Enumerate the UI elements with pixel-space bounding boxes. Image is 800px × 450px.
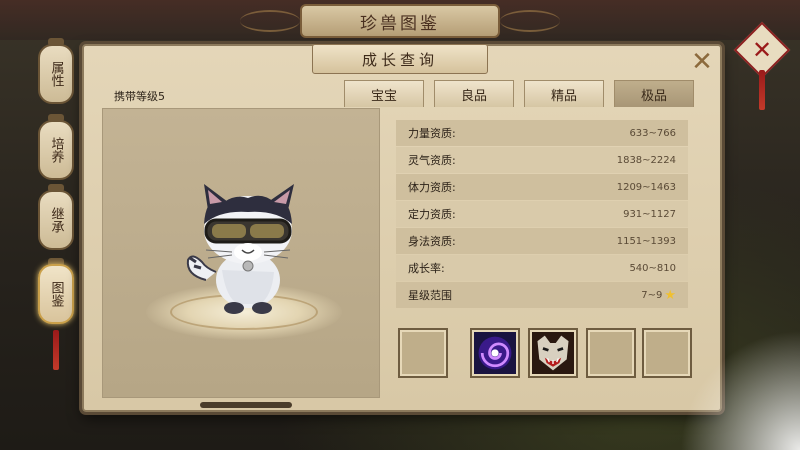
- stat-row-star-range: 星级范围 7~9 ★: [396, 282, 688, 308]
- fierce-beast-skill-icon: [532, 332, 574, 374]
- stat-value: 931~1127: [623, 208, 676, 220]
- skill-slot-beast[interactable]: [528, 328, 578, 378]
- tab-fine[interactable]: 精品: [524, 80, 604, 107]
- panel-title: 成长查询: [312, 44, 488, 74]
- stat-value: 7~9: [641, 289, 663, 301]
- stats-table: 力量资质: 633~766 灵气资质: 1838~2224 体力资质: 1209…: [396, 120, 688, 310]
- title-ornament-left: [240, 10, 300, 32]
- tab-supreme[interactable]: 极品: [614, 80, 694, 107]
- tab-good[interactable]: 良品: [434, 80, 514, 107]
- side-tab-attributes[interactable]: 属性: [38, 44, 74, 104]
- tab-baby[interactable]: 宝宝: [344, 80, 424, 107]
- stat-label: 星级范围: [408, 289, 452, 302]
- stat-label: 定力资质:: [408, 208, 456, 221]
- skill-slot-empty[interactable]: [398, 328, 448, 378]
- stat-row-stamina: 体力资质: 1209~1463: [396, 174, 688, 200]
- skill-slot-empty[interactable]: [586, 328, 636, 378]
- close-icon[interactable]: ✕: [742, 30, 782, 70]
- stat-label: 力量资质:: [408, 127, 456, 140]
- stat-value: 633~766: [629, 127, 676, 139]
- stat-row-agility: 身法资质: 1151~1393: [396, 228, 688, 254]
- skill-slot-vortex[interactable]: [470, 328, 520, 378]
- purple-vortex-skill-icon: [474, 332, 516, 374]
- stat-row-focus: 定力资质: 931~1127: [396, 201, 688, 227]
- stat-row-growth-rate: 成长率: 540~810: [396, 255, 688, 281]
- stat-label: 身法资质:: [408, 235, 456, 248]
- side-tab-training[interactable]: 培养: [38, 120, 74, 180]
- title-ornament-right: [500, 10, 560, 32]
- pet-cat-model: [186, 184, 294, 314]
- stat-row-strength: 力量资质: 633~766: [396, 120, 688, 146]
- stat-row-spirit: 灵气资质: 1838~2224: [396, 147, 688, 173]
- stat-value-wrap: 7~9 ★: [641, 288, 676, 303]
- seal-tassel: [759, 70, 765, 110]
- stat-label: 灵气资质:: [408, 154, 456, 167]
- side-tab-codex[interactable]: 图鉴: [38, 264, 74, 324]
- side-tab-inherit[interactable]: 继承: [38, 190, 74, 250]
- carry-level-label: 携带等级5: [114, 90, 165, 103]
- stat-value: 1151~1393: [616, 235, 676, 247]
- stat-value: 1838~2224: [616, 154, 676, 166]
- panel-handle: [200, 402, 292, 408]
- window-title: 珍兽图鉴: [300, 4, 500, 38]
- corner-glare: [680, 330, 800, 450]
- star-icon: ★: [664, 287, 676, 303]
- stat-label: 成长率:: [408, 262, 445, 275]
- stat-value: 1209~1463: [616, 181, 676, 193]
- side-tassel: [53, 330, 59, 370]
- stat-value: 540~810: [629, 262, 676, 274]
- panel-close-icon[interactable]: ✕: [690, 47, 714, 77]
- stat-label: 体力资质:: [408, 181, 456, 194]
